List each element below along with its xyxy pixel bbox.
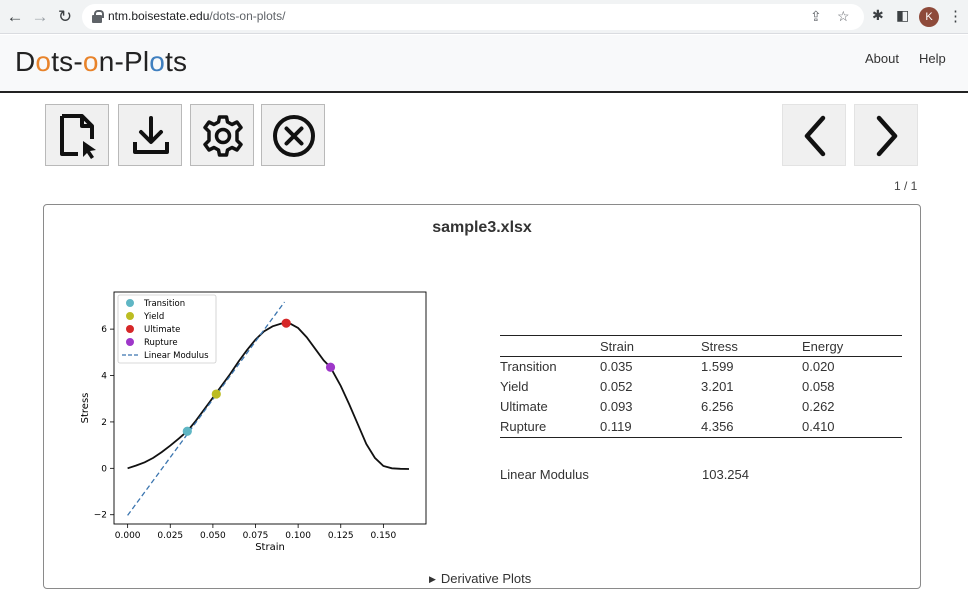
table-row: Ultimate 0.093 6.256 0.262 bbox=[500, 397, 902, 417]
row-label: Rupture bbox=[500, 417, 600, 438]
browser-menu-icon[interactable]: ⋮ bbox=[948, 7, 963, 25]
x-tick-label: 0.000 bbox=[115, 531, 141, 541]
chevron-right-icon bbox=[876, 115, 898, 157]
energy-value: 0.058 bbox=[802, 379, 835, 394]
bookmark-star-icon[interactable]: ☆ bbox=[837, 8, 850, 25]
close-circle-icon bbox=[273, 115, 315, 157]
legend-label: Linear Modulus bbox=[144, 351, 209, 361]
y-tick-label: 0 bbox=[101, 464, 107, 474]
address-bar[interactable]: ntm.boisestate.edu/dots-on-plots/ ⇪ ☆ bbox=[82, 4, 864, 30]
linear-modulus-value: 103.254 bbox=[702, 467, 749, 482]
y-axis-label: Stress bbox=[80, 393, 91, 424]
legend-marker bbox=[126, 299, 134, 307]
point-ultimate bbox=[281, 318, 291, 328]
row-label: Yield bbox=[500, 379, 529, 394]
energy-value: 0.020 bbox=[802, 359, 835, 374]
stress-value: 4.356 bbox=[701, 417, 802, 438]
download-icon bbox=[133, 116, 169, 154]
legend-label: Transition bbox=[143, 299, 185, 309]
x-tick-label: 0.125 bbox=[328, 531, 354, 541]
x-tick-label: 0.100 bbox=[285, 531, 311, 541]
stress-value: 3.201 bbox=[701, 379, 734, 394]
browser-toolbar: ← → ↻ ntm.boisestate.edu/dots-on-plots/ … bbox=[0, 0, 968, 34]
site-logo[interactable]: Dots-on-Plots bbox=[15, 46, 187, 78]
strain-value: 0.035 bbox=[600, 359, 633, 374]
next-button[interactable] bbox=[854, 104, 918, 166]
header-cell bbox=[500, 335, 600, 357]
derivative-plots-toggle[interactable]: ▶ Derivative Plots bbox=[429, 571, 531, 586]
x-tick-label: 0.025 bbox=[157, 531, 183, 541]
table-row: Transition 0.035 1.599 0.020 bbox=[500, 357, 902, 378]
settings-button[interactable] bbox=[190, 104, 254, 166]
share-icon[interactable]: ⇪ bbox=[810, 8, 822, 25]
help-link[interactable]: Help bbox=[919, 51, 946, 66]
header-strain: Strain bbox=[600, 335, 701, 357]
clear-button[interactable] bbox=[261, 104, 325, 166]
table-row: Yield 0.052 3.201 0.058 bbox=[500, 377, 902, 397]
y-tick-label: 6 bbox=[101, 325, 107, 335]
legend-marker bbox=[126, 325, 134, 333]
strain-value: 0.052 bbox=[600, 379, 633, 394]
row-label: Ultimate bbox=[500, 399, 548, 414]
y-tick-label: 2 bbox=[101, 418, 107, 428]
stress-value: 1.599 bbox=[701, 359, 734, 374]
x-tick-label: 0.150 bbox=[370, 531, 396, 541]
page-counter: 1 / 1 bbox=[894, 179, 918, 193]
stress-value: 6.256 bbox=[701, 399, 734, 414]
point-rupture bbox=[325, 362, 336, 372]
header-energy: Energy bbox=[802, 335, 902, 357]
lock-icon bbox=[92, 10, 104, 23]
extensions-puzzle-icon[interactable]: ✱ bbox=[872, 7, 884, 24]
settings-gear-icon bbox=[203, 115, 243, 157]
open-file-button[interactable] bbox=[45, 104, 109, 166]
chevron-left-icon bbox=[804, 115, 826, 157]
x-axis-label: Strain bbox=[255, 542, 285, 553]
chart-svg: 0.000 0.025 0.050 0.075 0.100 0.125 0.150 −2 0 2 4… bbox=[80, 291, 427, 553]
legend-marker bbox=[126, 338, 134, 346]
results-table: Strain Stress Energy Transition 0.035 1.… bbox=[500, 335, 902, 438]
x-tick-label: 0.050 bbox=[200, 531, 226, 541]
profile-avatar[interactable]: K bbox=[919, 7, 939, 27]
table-row: Rupture 0.119 4.356 0.410 bbox=[500, 417, 902, 438]
point-transition bbox=[182, 426, 192, 436]
header-stress: Stress bbox=[701, 335, 802, 357]
legend-label: Yield bbox=[143, 312, 164, 322]
download-button[interactable] bbox=[118, 104, 182, 166]
strain-value: 0.093 bbox=[600, 399, 633, 414]
derivative-plots-label: Derivative Plots bbox=[440, 571, 532, 586]
url-text: ntm.boisestate.edu/dots-on-plots/ bbox=[108, 9, 286, 23]
legend-marker bbox=[126, 312, 134, 320]
previous-button[interactable] bbox=[782, 104, 846, 166]
side-panel-icon[interactable]: ◧ bbox=[896, 7, 909, 24]
back-arrow-icon[interactable]: ← bbox=[4, 6, 26, 28]
site-header: Dots-on-Plots About Help bbox=[0, 35, 968, 93]
disclosure-triangle-icon: ▶ bbox=[429, 574, 436, 584]
legend-label: Ultimate bbox=[144, 325, 180, 335]
energy-value: 0.262 bbox=[802, 399, 835, 414]
result-card: sample3.xlsx 0.000 0.025 0.050 0.075 0.100 0.… bbox=[43, 204, 921, 589]
stress-strain-chart: 0.000 0.025 0.050 0.075 0.100 0.125 0.150 −2 0 2 4… bbox=[78, 287, 440, 562]
about-link[interactable]: About bbox=[865, 51, 899, 66]
strain-value: 0.119 bbox=[600, 417, 701, 438]
y-tick-label: 4 bbox=[101, 372, 107, 382]
point-yield bbox=[211, 389, 221, 399]
results-header-row: Strain Stress Energy bbox=[500, 335, 902, 357]
reload-icon[interactable]: ↻ bbox=[54, 6, 76, 28]
file-title: sample3.xlsx bbox=[432, 219, 532, 236]
linear-modulus-label: Linear Modulus bbox=[500, 467, 589, 482]
legend-label: Rupture bbox=[144, 338, 178, 348]
y-tick-label: −2 bbox=[94, 511, 107, 521]
energy-value: 0.410 bbox=[802, 417, 902, 438]
forward-arrow-icon[interactable]: → bbox=[29, 6, 51, 28]
open-file-icon bbox=[60, 114, 96, 159]
row-label: Transition bbox=[500, 359, 557, 374]
x-tick-label: 0.075 bbox=[243, 531, 269, 541]
